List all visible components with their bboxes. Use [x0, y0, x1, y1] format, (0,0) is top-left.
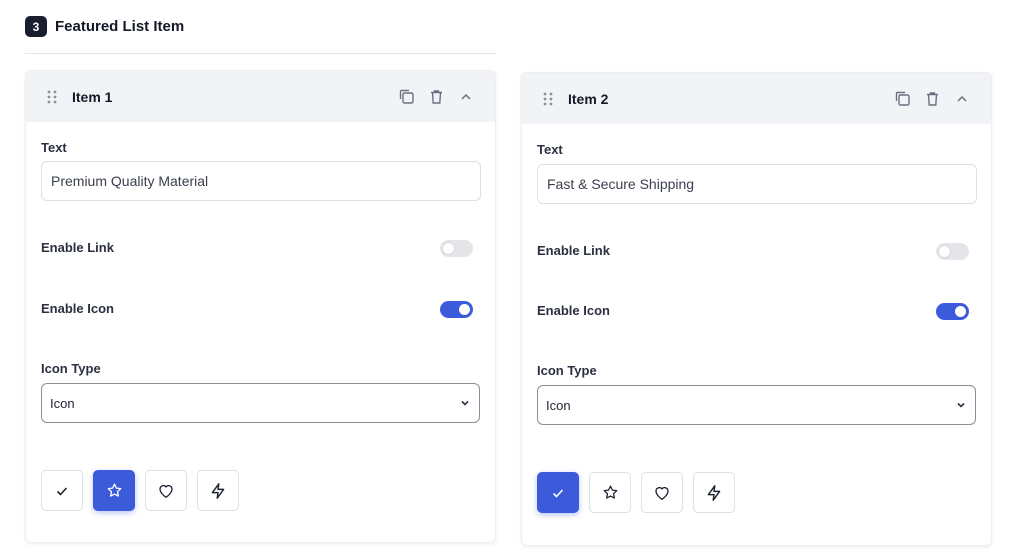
collapse-chevron-icon[interactable]	[457, 88, 475, 106]
chevron-down-icon	[955, 399, 967, 411]
icon-type-value: Icon	[546, 397, 571, 413]
icon-option-star[interactable]	[589, 472, 631, 513]
toggle-knob	[443, 243, 454, 254]
collapse-chevron-icon[interactable]	[953, 90, 971, 108]
text-label: Text	[41, 140, 67, 155]
section-header: 3 Featured List Item	[25, 16, 184, 37]
item-title: Item 1	[72, 88, 113, 105]
delete-icon[interactable]	[923, 90, 941, 108]
icon-type-select[interactable]: Icon	[537, 385, 976, 425]
enable-link-label: Enable Link	[41, 240, 114, 255]
text-input[interactable]	[41, 161, 481, 201]
enable-icon-toggle[interactable]	[440, 301, 473, 318]
icon-type-value: Icon	[50, 395, 75, 411]
card-header[interactable]: Item 1	[26, 71, 495, 122]
duplicate-icon[interactable]	[397, 88, 415, 106]
card-header[interactable]: Item 2	[522, 73, 991, 124]
enable-link-toggle[interactable]	[936, 243, 969, 260]
enable-link-toggle[interactable]	[440, 240, 473, 257]
toggle-knob	[459, 304, 470, 315]
enable-icon-toggle[interactable]	[936, 303, 969, 320]
section-title: Featured List Item	[55, 18, 185, 35]
list-item-card: Item 1 Text Enable Link Enable Icon Icon…	[25, 70, 496, 543]
enable-icon-label: Enable Icon	[41, 301, 114, 316]
icon-type-select[interactable]: Icon	[41, 383, 480, 423]
icon-option-heart[interactable]	[641, 472, 683, 513]
icon-type-label: Icon Type	[537, 363, 597, 378]
icon-options	[537, 472, 735, 513]
delete-icon[interactable]	[427, 88, 445, 106]
enable-link-label: Enable Link	[537, 243, 610, 258]
item-title: Item 2	[568, 90, 609, 107]
icon-type-label: Icon Type	[41, 361, 101, 376]
drag-handle-icon[interactable]	[540, 91, 556, 107]
enable-icon-label: Enable Icon	[537, 303, 610, 318]
icon-option-heart[interactable]	[145, 470, 187, 511]
drag-handle-icon[interactable]	[44, 89, 60, 105]
section-divider	[25, 53, 497, 54]
icon-option-check[interactable]	[41, 470, 83, 511]
icon-options	[41, 470, 239, 511]
icon-option-star[interactable]	[93, 470, 135, 511]
duplicate-icon[interactable]	[893, 90, 911, 108]
step-badge: 3	[25, 16, 47, 37]
list-item-card: Item 2 Text Enable Link Enable Icon Icon…	[521, 72, 992, 546]
toggle-knob	[955, 306, 966, 317]
icon-option-check[interactable]	[537, 472, 579, 513]
chevron-down-icon	[459, 397, 471, 409]
toggle-knob	[939, 246, 950, 257]
icon-option-lightning[interactable]	[197, 470, 239, 511]
icon-option-lightning[interactable]	[693, 472, 735, 513]
text-input[interactable]	[537, 164, 977, 204]
text-label: Text	[537, 142, 563, 157]
